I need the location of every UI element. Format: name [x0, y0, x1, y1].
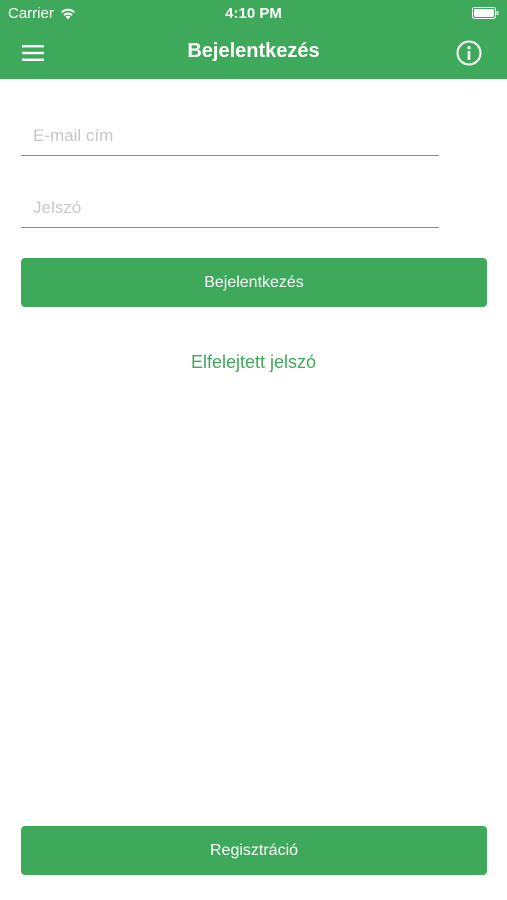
battery-icon — [472, 7, 499, 19]
login-button[interactable]: Bejelentkezés — [21, 258, 487, 307]
status-bar: Carrier 4:10 PM — [0, 0, 507, 28]
register-button[interactable]: Regisztráció — [21, 826, 487, 875]
info-icon[interactable] — [455, 39, 483, 67]
password-field[interactable] — [21, 188, 439, 228]
email-field[interactable] — [21, 116, 439, 156]
forgot-password-link[interactable]: Elfelejtett jelszó — [0, 352, 507, 373]
menu-button[interactable] — [22, 38, 62, 68]
top-bar: Carrier 4:10 PM Bejelentkezés — [0, 0, 507, 79]
hamburger-menu-icon — [22, 45, 44, 61]
status-time: 4:10 PM — [225, 5, 282, 22]
navigation-bar: Bejelentkezés — [0, 28, 507, 79]
page-title: Bejelentkezés — [187, 40, 320, 62]
